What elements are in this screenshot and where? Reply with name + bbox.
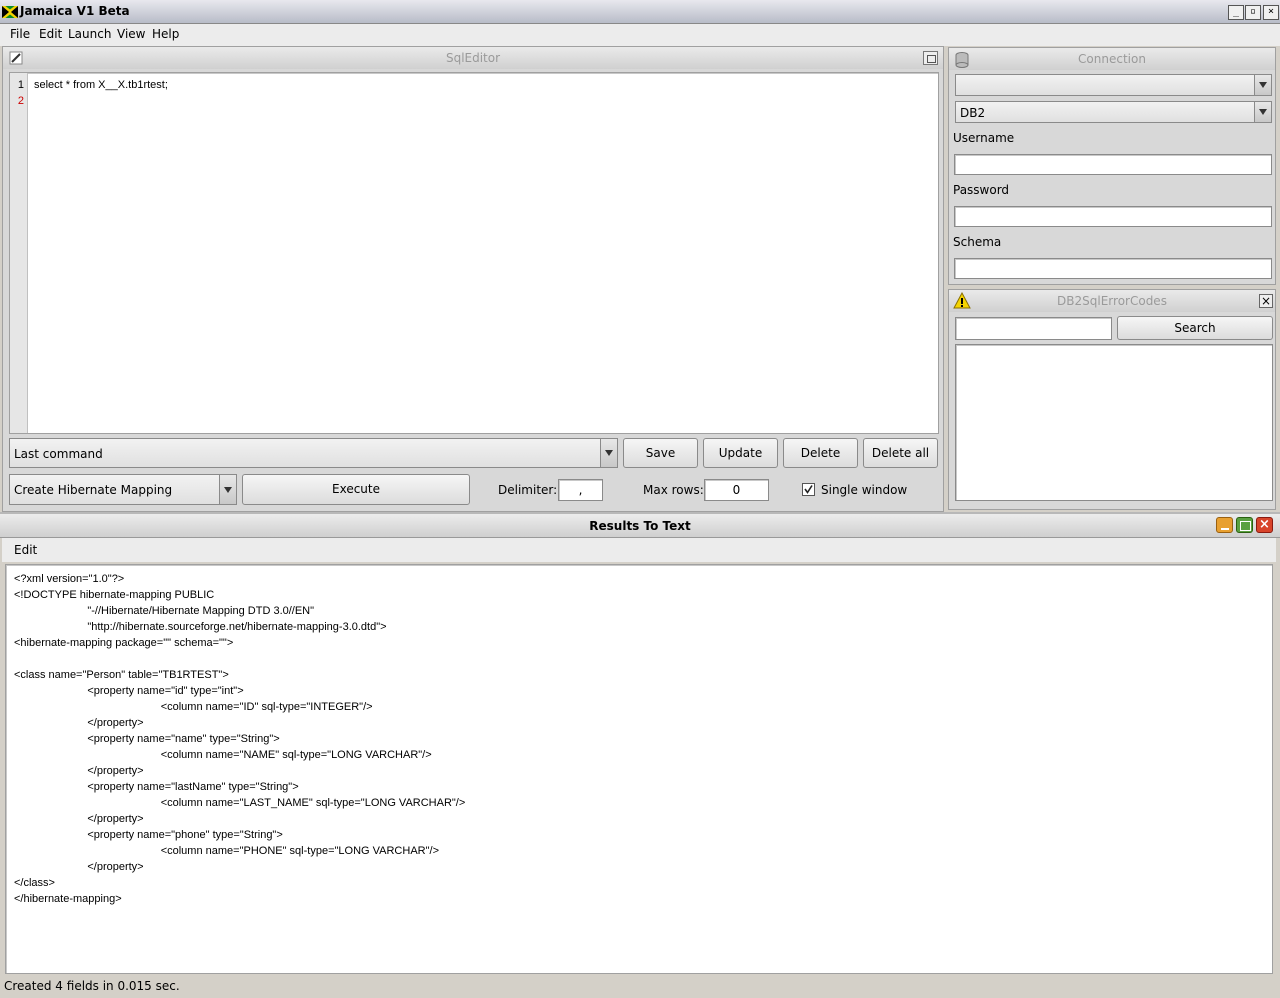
schema-label: Schema: [953, 235, 1002, 249]
delimiter-input[interactable]: ,: [558, 479, 603, 501]
pencil-icon: [9, 51, 23, 65]
line-number: 1: [17, 79, 24, 91]
close-icon[interactable]: ×: [1263, 5, 1279, 20]
execute-button[interactable]: Execute: [242, 474, 470, 505]
results-line: </property>: [14, 813, 144, 825]
single-window-checkbox[interactable]: [802, 483, 815, 496]
menu-help[interactable]: Help: [152, 27, 179, 41]
connection-panel: Connection DB2 Username Password Schema: [948, 47, 1276, 285]
max-rows-label: Max rows:: [643, 483, 704, 497]
error-codes-result-area[interactable]: [955, 344, 1273, 501]
mapping-type-value: Create Hibernate Mapping: [14, 483, 173, 497]
max-rows-input[interactable]: 0: [704, 479, 769, 501]
results-line: <hibernate-mapping package="" schema="">: [14, 637, 234, 649]
save-button[interactable]: Save: [623, 438, 698, 468]
results-line: <class name="Person" table="TB1RTEST">: [14, 669, 229, 681]
single-window-label: Single window: [821, 483, 908, 497]
search-button[interactable]: Search: [1117, 316, 1273, 340]
sql-editor-area[interactable]: 1 2 select * from X__X.tb1rtest;: [9, 72, 939, 434]
results-line: <!DOCTYPE hibernate-mapping PUBLIC: [14, 589, 215, 601]
username-input[interactable]: [954, 154, 1272, 175]
restore-icon[interactable]: ▫: [1245, 5, 1261, 20]
password-label: Password: [953, 183, 1010, 197]
chevron-down-icon: [1254, 75, 1271, 95]
username-label: Username: [953, 131, 1015, 145]
results-line: <column name="LAST_NAME" sql-type="LONG …: [14, 797, 466, 809]
results-line: <column name="NAME" sql-type="LONG VARCH…: [14, 749, 432, 761]
sql-editor-header: SqlEditor: [3, 47, 943, 69]
db-type-select[interactable]: DB2: [955, 101, 1272, 123]
error-codes-header: DB2SqlErrorCodes: [949, 290, 1275, 312]
warning-icon: [953, 291, 971, 310]
menu-edit[interactable]: Edit: [39, 27, 62, 41]
results-line: [14, 651, 465, 667]
results-line: <property name="phone" type="String">: [14, 829, 283, 841]
menu-launch[interactable]: Launch: [68, 27, 111, 41]
chevron-down-icon: [219, 475, 236, 504]
results-text-area[interactable]: <?xml version="1.0"?> <!DOCTYPE hibernate…: [5, 564, 1273, 974]
menu-bar: File Edit Launch View Help: [0, 24, 1280, 46]
results-menu-bar: Edit: [2, 538, 1276, 562]
line-number: 2: [17, 95, 24, 107]
error-codes-title: DB2SqlErrorCodes: [1057, 294, 1167, 308]
results-line: <column name="ID" sql-type="INTEGER"/>: [14, 701, 373, 713]
last-command-select[interactable]: Last command: [9, 438, 618, 468]
close-icon[interactable]: ×: [1256, 517, 1273, 533]
chevron-down-icon: [1254, 102, 1271, 122]
results-line: "http://hibernate.sourceforge.net/hibern…: [14, 621, 387, 633]
results-title-bar: Results To Text ×: [0, 514, 1280, 538]
maximize-icon[interactable]: [1236, 517, 1253, 533]
sql-editor-panel: SqlEditor 1 2 select * from X__X.tb1rtes…: [2, 46, 944, 512]
menu-view[interactable]: View: [117, 27, 145, 41]
status-text: Created 4 fields in 0.015 sec.: [4, 979, 180, 993]
database-icon: [955, 52, 969, 68]
connection-header: Connection: [949, 48, 1275, 70]
results-title: Results To Text: [589, 519, 691, 533]
results-menu-edit[interactable]: Edit: [14, 543, 37, 557]
jamaica-flag-icon: [2, 6, 18, 18]
schema-input[interactable]: [954, 258, 1272, 279]
results-line: "-//Hibernate/Hibernate Mapping DTD 3.0/…: [14, 605, 315, 617]
error-codes-panel: DB2SqlErrorCodes × Search: [948, 289, 1276, 510]
close-panel-icon[interactable]: ×: [1259, 294, 1273, 308]
results-window: Results To Text × Edit <?xml version="1.…: [0, 512, 1280, 998]
sql-code-line: select * from X__X.tb1rtest;: [34, 79, 168, 91]
checkmark-icon: [804, 485, 813, 494]
db-type-value: DB2: [960, 106, 986, 120]
maximize-panel-icon[interactable]: [923, 51, 938, 65]
sql-editor-title: SqlEditor: [445, 51, 501, 65]
results-line: <property name="name" type="String">: [14, 733, 280, 745]
results-line: </hibernate-mapping>: [14, 893, 122, 905]
last-command-label: Last command: [14, 447, 103, 461]
error-code-search-input[interactable]: [955, 317, 1112, 340]
delete-button[interactable]: Delete: [783, 438, 858, 468]
results-line: </class>: [14, 877, 55, 889]
results-line: </property>: [14, 717, 144, 729]
title-bar: Jamaica V1 Beta _ ▫ ×: [0, 0, 1280, 24]
minimize-icon[interactable]: _: [1228, 5, 1244, 20]
delete-all-button[interactable]: Delete all: [863, 438, 938, 468]
results-line: <?xml version="1.0"?>: [14, 573, 125, 585]
window-title: Jamaica V1 Beta: [20, 4, 130, 18]
results-line: </property>: [14, 765, 144, 777]
results-line: </property>: [14, 861, 144, 873]
results-line: <property name="id" type="int">: [14, 685, 244, 697]
connection-select[interactable]: [955, 74, 1272, 96]
minimize-icon[interactable]: [1216, 517, 1233, 533]
results-line: <property name="lastName" type="String">: [14, 781, 299, 793]
line-number-gutter: 1 2: [10, 73, 28, 433]
mapping-type-select[interactable]: Create Hibernate Mapping: [9, 474, 237, 505]
delimiter-label: Delimiter:: [498, 483, 558, 497]
chevron-down-icon: [600, 439, 617, 467]
update-button[interactable]: Update: [703, 438, 778, 468]
connection-title: Connection: [1078, 52, 1146, 66]
results-line: <column name="PHONE" sql-type="LONG VARC…: [14, 845, 439, 857]
menu-file[interactable]: File: [10, 27, 30, 41]
results-text: <?xml version="1.0"?> <!DOCTYPE hibernate…: [14, 571, 465, 907]
password-input[interactable]: [954, 206, 1272, 227]
